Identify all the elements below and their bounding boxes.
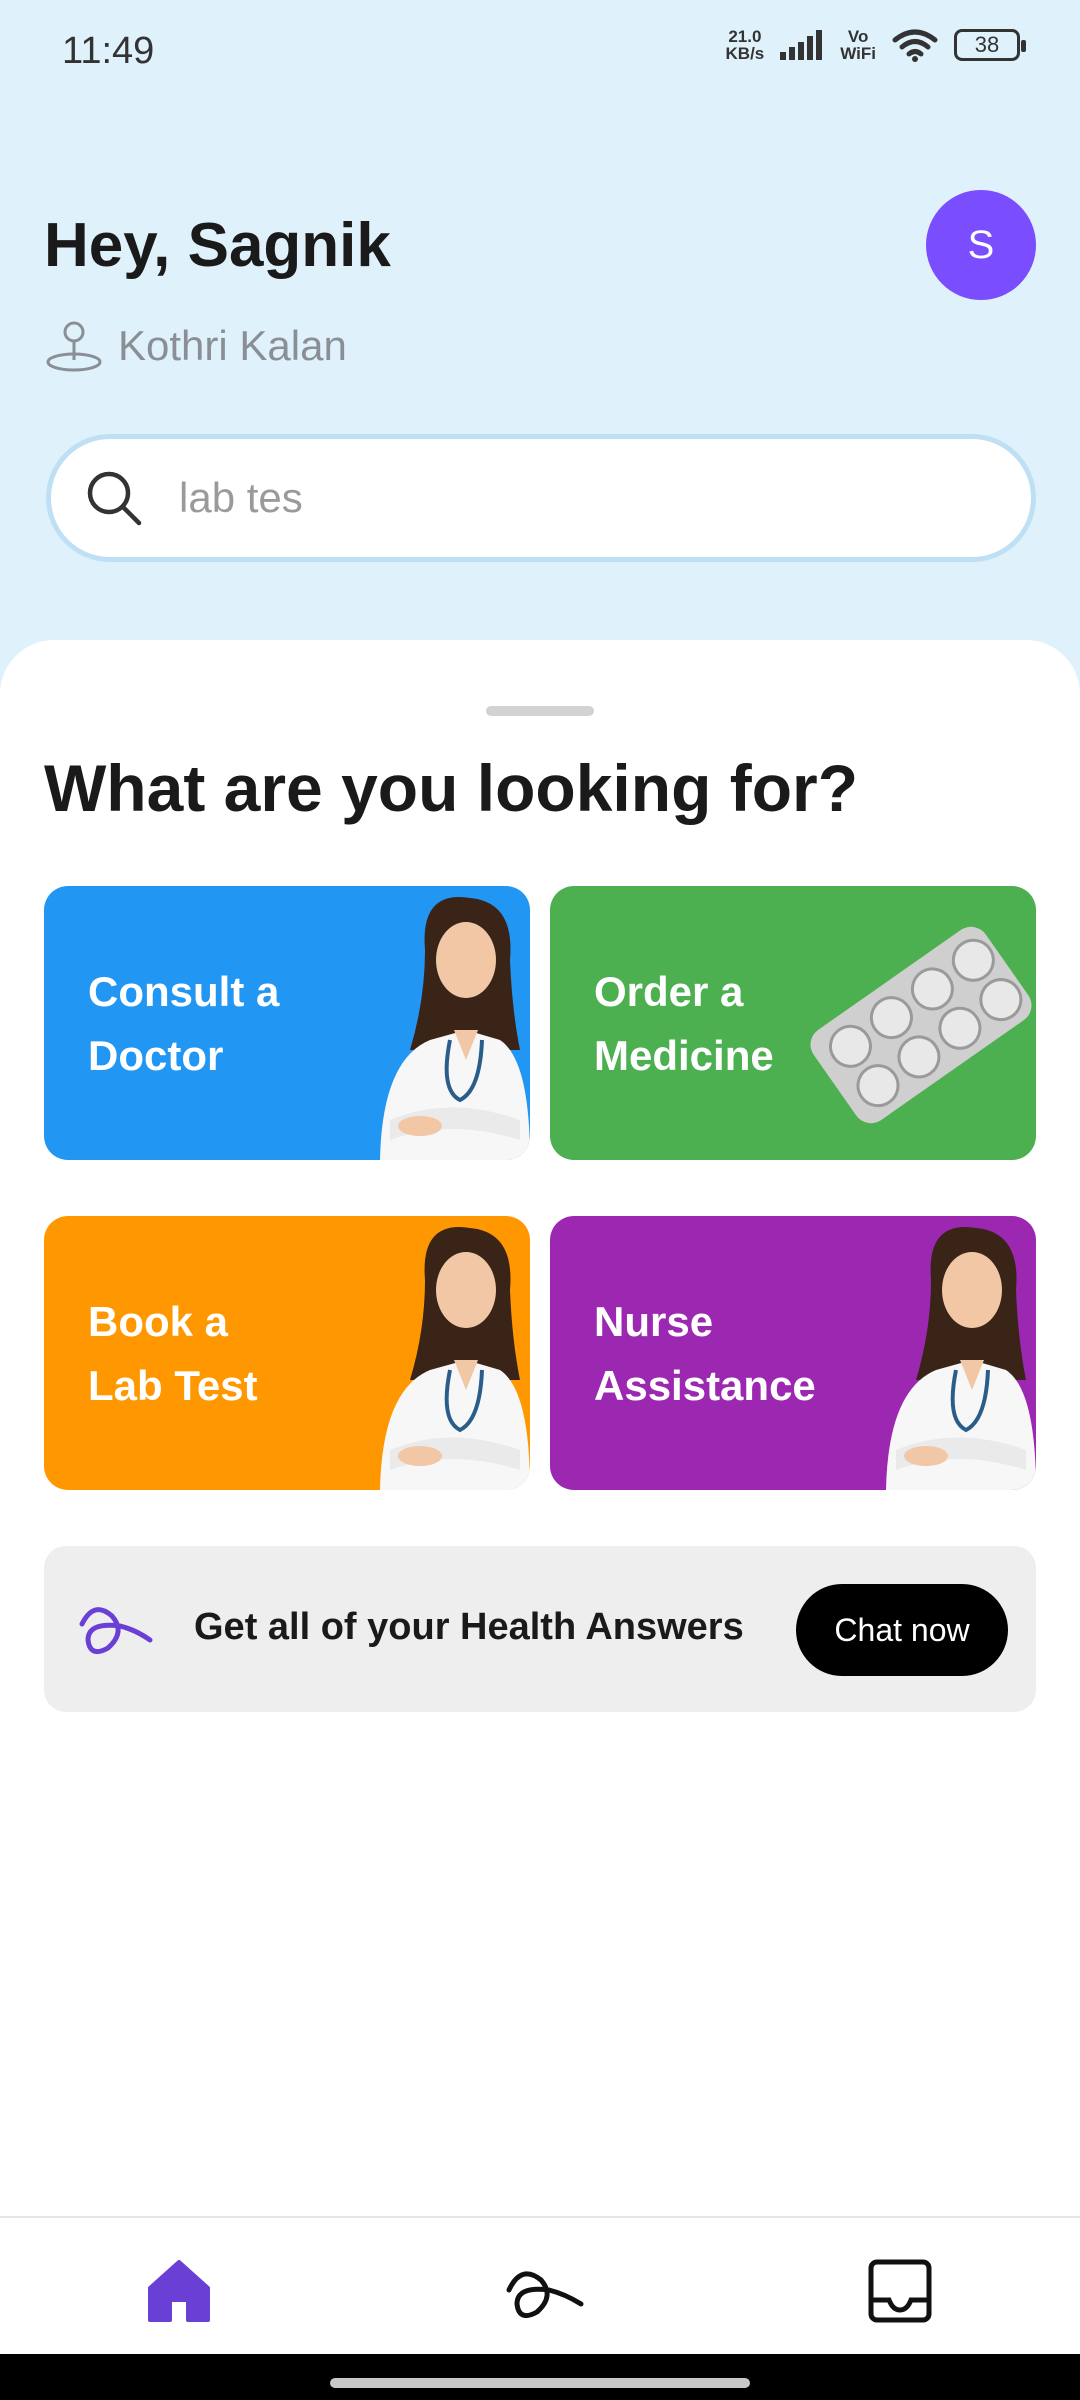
battery-icon: 38 [954,29,1026,61]
book-lab-test-card[interactable]: Book a Lab Test [44,1216,530,1490]
nav-inbox[interactable] [855,2246,945,2336]
location-selector[interactable]: Kothri Kalan [44,318,347,374]
search-icon [87,471,142,526]
avatar[interactable]: S [926,190,1036,300]
order-medicine-card[interactable]: Order a Medicine [550,886,1036,1160]
sheet-handle[interactable] [486,706,594,716]
content-sheet: What are you looking for? Consult a Doct… [0,640,1080,2218]
status-time: 11:49 [62,30,155,72]
nav-assistant[interactable] [498,2246,588,2336]
card-label: Nurse Assistance [594,1298,816,1409]
wifi-icon [892,29,938,62]
consult-doctor-card[interactable]: Consult a Doctor [44,886,530,1160]
search-bar[interactable] [46,434,1036,562]
status-icons: 21.0 KB/s Vo WiFi 38 [725,27,1026,63]
doctor-image [380,897,530,1160]
network-speed: 21.0 KB/s [725,27,765,63]
status-bar: 11:49 21.0 KB/s Vo WiFi 38 [0,0,1080,100]
greeting-title: Hey, Sagnik [44,211,391,280]
gesture-bar [0,2354,1080,2400]
card-label: Consult a Doctor [88,968,280,1079]
bottom-nav [0,2216,1080,2354]
home-icon [148,2260,210,2322]
card-label: Book a Lab Test [88,1298,258,1409]
nav-home[interactable] [134,2246,224,2336]
assistant-logo-icon [79,1607,153,1655]
pill-blister-image [810,926,1032,1124]
location-label: Kothri Kalan [118,322,347,369]
home-gesture-handle[interactable] [330,2378,750,2388]
doctor-image [886,1227,1036,1490]
signal-icon [780,30,823,60]
health-answers-text: Get all of your Health Answers [194,1606,744,1648]
card-label: Order a Medicine [594,968,774,1079]
search-input[interactable] [179,474,959,522]
doctor-image [380,1227,530,1490]
assistant-logo-icon [506,2271,584,2319]
vowifi-icon: Vo WiFi [840,27,876,63]
chat-now-button[interactable]: Chat now [796,1584,1008,1676]
inbox-icon [868,2259,932,2323]
health-answers-banner: Get all of your Health Answers Chat now [44,1546,1036,1712]
section-title: What are you looking for? [44,751,859,825]
location-pin-icon [46,321,102,372]
nurse-assistance-card[interactable]: Nurse Assistance [550,1216,1036,1490]
